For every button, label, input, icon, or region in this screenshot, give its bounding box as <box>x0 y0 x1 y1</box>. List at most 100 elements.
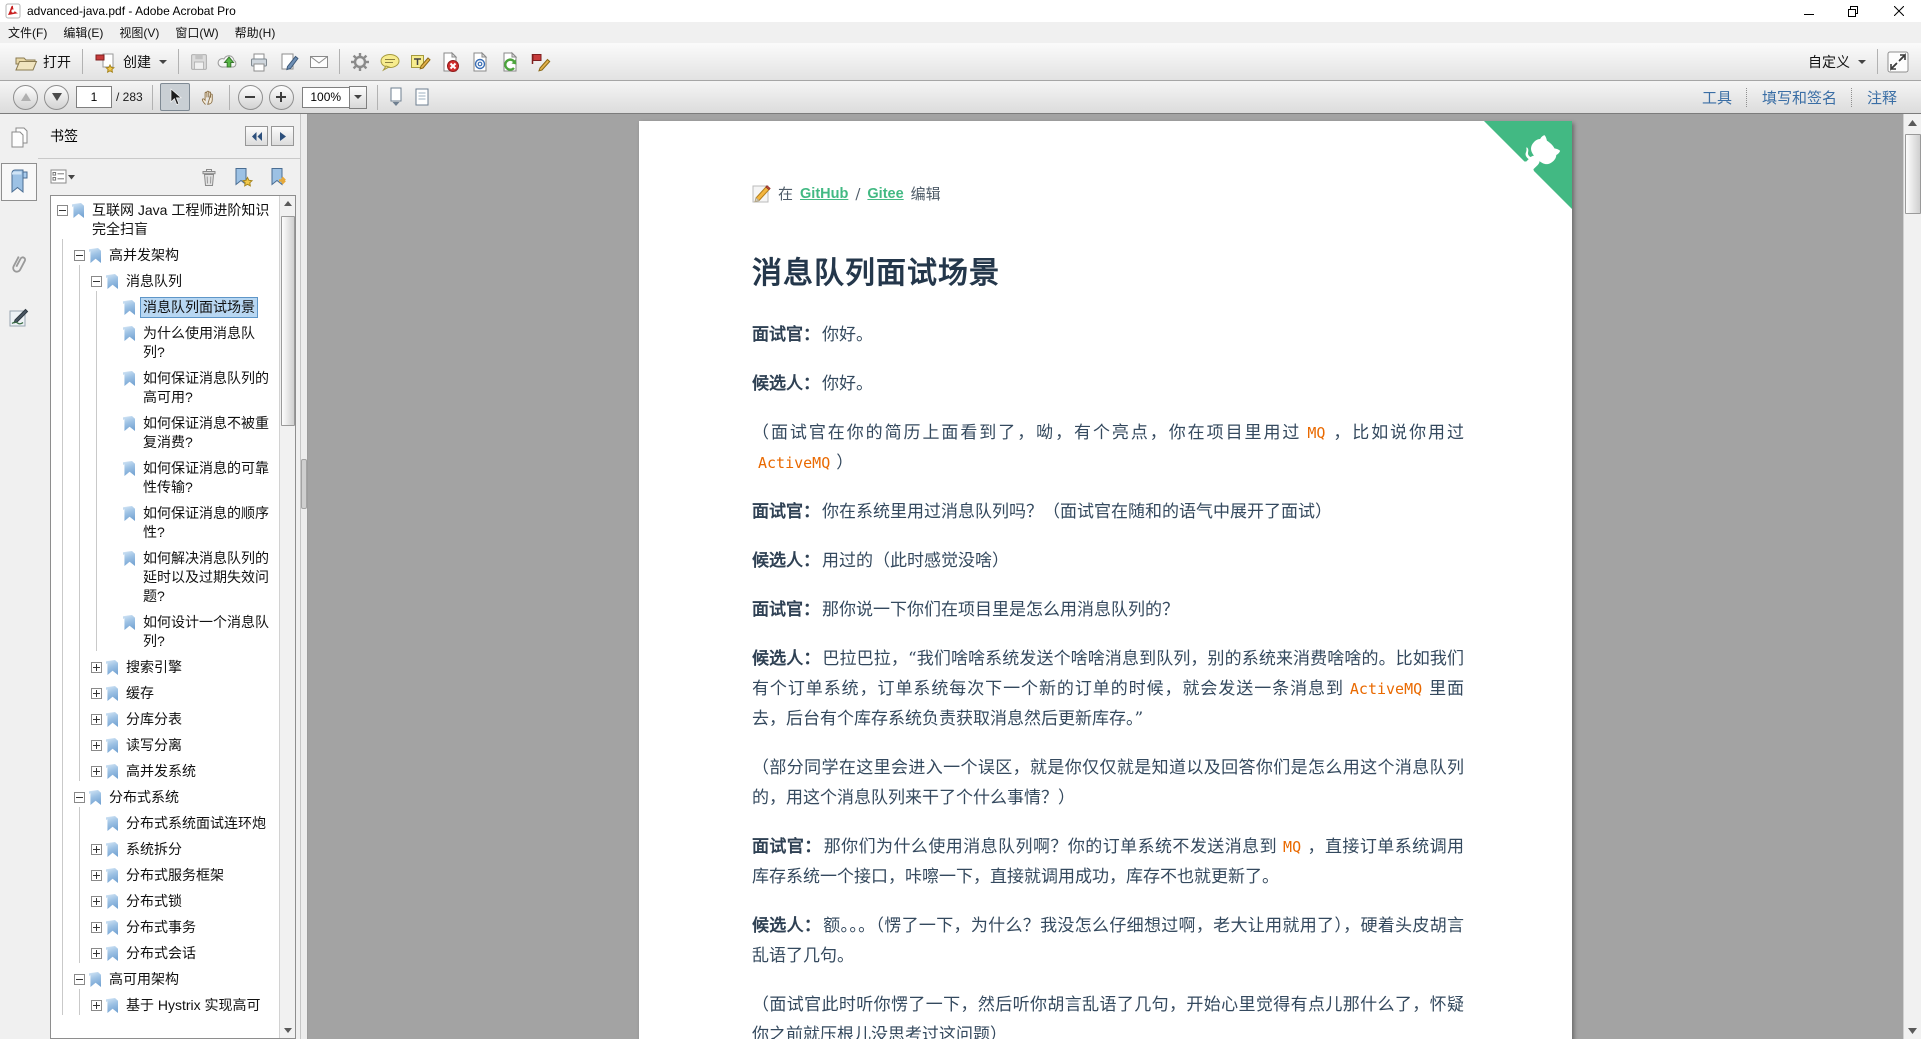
bookmark-tree-item[interactable]: 分布式系统 <box>51 781 278 807</box>
bookmark-tree-item[interactable]: 分布式事务 <box>51 911 278 937</box>
bookmark-label[interactable]: 如何保证消息队列的高可用? <box>141 369 278 407</box>
new-bookmark-button[interactable] <box>232 166 254 188</box>
open-button[interactable]: 打开 <box>8 49 77 75</box>
task-pane-tab[interactable]: 注释 <box>1853 87 1911 108</box>
bookmark-label[interactable]: 分布式系统面试连环炮 <box>124 814 268 833</box>
delete-bookmark-button[interactable] <box>200 167 218 187</box>
zoom-out-button[interactable] <box>237 84 263 110</box>
page-number-input[interactable] <box>76 86 112 108</box>
bookmark-label[interactable]: 如何保证消息的顺序性? <box>141 504 278 542</box>
bookmark-label[interactable]: 分布式服务框架 <box>124 866 226 885</box>
preferences-button[interactable] <box>345 48 375 76</box>
document-scrollbar[interactable] <box>1903 114 1921 1039</box>
bookmark-tree-item[interactable]: 分库分表 <box>51 703 278 729</box>
bookmark-tree-item[interactable]: 高可用架构 <box>51 963 278 989</box>
document-canvas[interactable]: 在 GitHub / Gitee 编辑 消息队列面试场景 面试官： 你好。 候选人：… <box>308 114 1921 1039</box>
expand-node-icon[interactable] <box>91 766 102 777</box>
bookmark-tree-item[interactable]: 如何保证消息的顺序性? <box>51 497 278 542</box>
bookmark-tree-item[interactable]: 消息队列 <box>51 265 278 291</box>
close-button[interactable] <box>1876 0 1921 22</box>
bookmark-tree-item[interactable]: 分布式服务框架 <box>51 859 278 885</box>
comment-button[interactable] <box>375 48 405 76</box>
menu-item[interactable]: 帮助(H) <box>227 22 284 43</box>
bookmarks-scrollbar[interactable] <box>279 196 295 1038</box>
splitter-grip[interactable] <box>301 459 307 509</box>
collapse-node-icon[interactable] <box>74 974 85 985</box>
bookmark-label[interactable]: 为什么使用消息队列? <box>141 324 278 362</box>
bookmark-label[interactable]: 如何保证消息的可靠性传输? <box>141 459 278 497</box>
bookmark-label[interactable]: 高并发架构 <box>107 246 181 265</box>
bookmark-label[interactable]: 分布式锁 <box>124 892 184 911</box>
next-page-button[interactable] <box>44 84 69 110</box>
scroll-up-button[interactable] <box>1904 114 1921 131</box>
task-pane-tab[interactable]: 工具 <box>1688 87 1746 108</box>
bookmark-tree-item[interactable]: 如何保证消息队列的高可用? <box>51 362 278 407</box>
zoom-dropdown-button[interactable] <box>348 85 367 109</box>
expand-node-icon[interactable] <box>91 870 102 881</box>
customize-button[interactable]: 自定义 <box>1802 50 1872 74</box>
bookmark-label[interactable]: 消息队列面试场景 <box>140 297 258 318</box>
attachments-tab[interactable] <box>1 245 37 283</box>
task-pane-tab[interactable]: 填写和签名 <box>1748 87 1851 108</box>
bookmark-tree-item[interactable]: 搜索引擎 <box>51 651 278 677</box>
bookmark-label[interactable]: 基于 Hystrix 实现高可 <box>124 996 263 1015</box>
previous-page-button[interactable] <box>13 84 38 110</box>
bookmark-tree-item[interactable]: 为什么使用消息队列? <box>51 317 278 362</box>
page-thumbnails-tab[interactable] <box>1 119 37 157</box>
select-tool-button[interactable] <box>159 83 190 111</box>
github-link[interactable]: GitHub <box>800 186 848 202</box>
hand-tool-button[interactable] <box>194 84 222 110</box>
gitee-link[interactable]: Gitee <box>867 186 903 202</box>
bookmark-label[interactable]: 如何设计一个消息队列? <box>141 613 278 651</box>
bookmark-label[interactable]: 分库分表 <box>124 710 184 729</box>
scroll-down-button[interactable] <box>1904 1022 1921 1039</box>
bookmark-tree-item[interactable]: 高并发系统 <box>51 755 278 781</box>
bookmark-tree-item[interactable]: 系统拆分 <box>51 833 278 859</box>
save-button[interactable] <box>184 48 214 76</box>
create-button[interactable]: 创建 <box>88 49 173 75</box>
bookmark-tree-item[interactable]: 高并发架构 <box>51 239 278 265</box>
bookmark-label[interactable]: 读写分离 <box>124 736 184 755</box>
scrolling-mode-button[interactable] <box>383 85 409 109</box>
bookmark-tree-item[interactable]: 基于 Hystrix 实现高可 <box>51 989 278 1015</box>
bookmark-label[interactable]: 高并发系统 <box>124 762 198 781</box>
collapse-node-icon[interactable] <box>91 276 102 287</box>
email-button[interactable] <box>304 48 334 76</box>
collapse-node-icon[interactable] <box>74 792 85 803</box>
goto-bookmark-button[interactable] <box>268 166 290 188</box>
bookmark-label[interactable]: 消息队列 <box>124 272 184 291</box>
export-pdf-button[interactable] <box>495 48 525 76</box>
bookmark-tree-item[interactable]: 消息队列面试场景 <box>51 291 278 318</box>
fill-sign-button[interactable] <box>274 48 304 76</box>
single-page-button[interactable] <box>409 85 435 109</box>
bookmark-tree-item[interactable]: 分布式锁 <box>51 885 278 911</box>
expand-panel-button[interactable] <box>271 126 294 146</box>
expand-node-icon[interactable] <box>91 948 102 959</box>
expand-node-icon[interactable] <box>91 740 102 751</box>
bookmark-tree-item[interactable]: 如何保证消息的可靠性传输? <box>51 452 278 497</box>
zoom-in-button[interactable] <box>268 84 294 110</box>
recognize-text-button[interactable] <box>465 48 495 76</box>
share-cloud-button[interactable] <box>214 48 244 76</box>
bookmark-tree-item[interactable]: 互联网 Java 工程师进阶知识完全扫盲 <box>51 201 278 239</box>
bookmarks-tab[interactable] <box>1 163 37 201</box>
bookmark-label[interactable]: 分布式系统 <box>107 788 181 807</box>
scroll-down-button[interactable] <box>280 1023 295 1038</box>
bookmarks-options-button[interactable] <box>50 169 76 185</box>
bookmark-tree-item[interactable]: 如何解决消息队列的延时以及过期失效问题? <box>51 542 278 606</box>
collapse-node-icon[interactable] <box>74 250 85 261</box>
text-note-button[interactable] <box>405 48 435 76</box>
bookmark-tree-item[interactable]: 分布式会话 <box>51 937 278 963</box>
expand-node-icon[interactable] <box>91 714 102 725</box>
expand-node-icon[interactable] <box>91 844 102 855</box>
menu-item[interactable]: 文件(F) <box>0 22 55 43</box>
restore-button[interactable] <box>1831 0 1876 22</box>
scrollbar-thumb[interactable] <box>281 216 295 426</box>
menu-item[interactable]: 编辑(E) <box>55 22 111 43</box>
zoom-level-value[interactable]: 100% <box>301 86 349 108</box>
bookmark-tree-item[interactable]: 缓存 <box>51 677 278 703</box>
collapse-panel-button[interactable] <box>245 126 268 146</box>
scroll-up-button[interactable] <box>280 196 295 211</box>
bookmark-tree-item[interactable]: 读写分离 <box>51 729 278 755</box>
bookmark-label[interactable]: 系统拆分 <box>124 840 184 859</box>
